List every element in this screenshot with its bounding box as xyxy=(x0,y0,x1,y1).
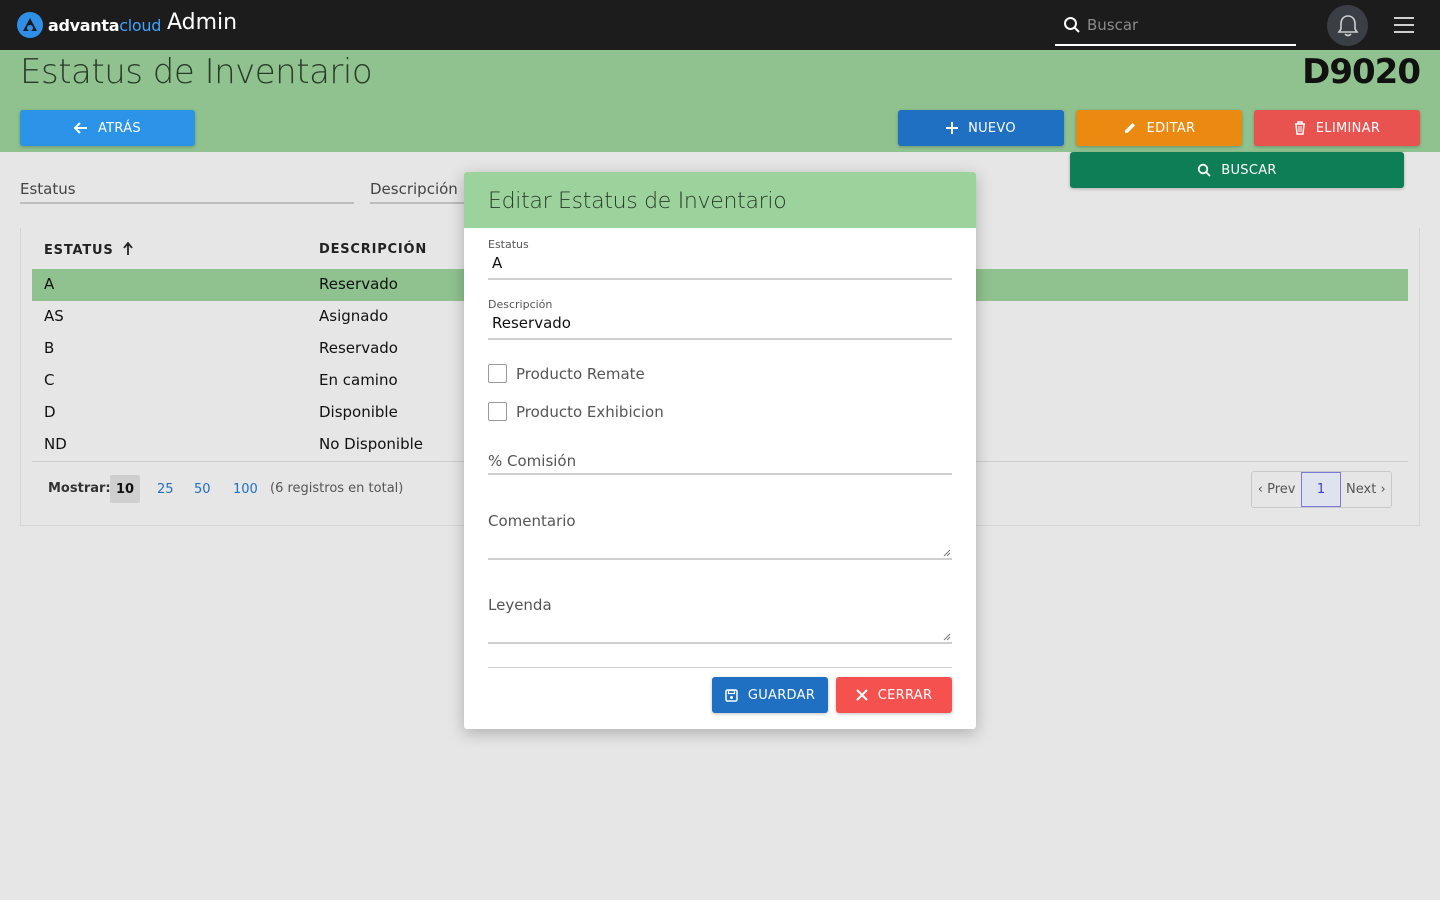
page-title: Estatus de Inventario xyxy=(20,52,373,92)
page-size-100[interactable]: 100 xyxy=(227,475,264,503)
page-size-50[interactable]: 50 xyxy=(188,475,217,503)
sort-ascending-icon xyxy=(123,241,133,255)
checkbox-box[interactable] xyxy=(488,402,507,421)
pagination: ‹ Prev 1 Next › xyxy=(1251,471,1392,508)
search-input[interactable] xyxy=(1087,14,1287,36)
commission-field[interactable]: % Comisión xyxy=(488,452,952,475)
dialog-divider xyxy=(488,667,952,668)
top-navbar: advantacloud Admin xyxy=(0,0,1440,50)
menu-button[interactable] xyxy=(1394,17,1414,33)
page-size-10[interactable]: 10 xyxy=(110,475,141,503)
floppy-disk-icon xyxy=(725,688,738,702)
dialog-header: Editar Estatus de Inventario xyxy=(464,172,976,228)
arrow-left-icon xyxy=(74,122,87,134)
notifications-button[interactable] xyxy=(1327,5,1368,46)
page-code: D9020 xyxy=(1302,52,1421,92)
total-records: (6 registros en total) xyxy=(270,481,404,496)
resize-handle-icon[interactable] xyxy=(943,633,951,641)
resize-handle-icon[interactable] xyxy=(943,549,951,557)
prev-page-button[interactable]: ‹ Prev xyxy=(1252,472,1301,507)
menu-icon xyxy=(1394,17,1414,19)
search-button[interactable]: BUSCAR xyxy=(1070,152,1404,188)
edit-status-dialog: Editar Estatus de Inventario Estatus A D… xyxy=(464,172,976,729)
plus-icon xyxy=(946,122,959,134)
status-filter-field[interactable]: Estatus xyxy=(20,180,354,204)
description-field[interactable]: Descripción Reservado xyxy=(488,298,952,340)
app-title: Admin xyxy=(167,10,238,35)
legend-textarea[interactable]: Leyenda xyxy=(488,596,952,644)
checkbox-producto-exhibicion[interactable]: Producto Exhibicion xyxy=(488,402,664,421)
description-value: Reservado xyxy=(492,314,571,332)
close-icon xyxy=(856,689,868,701)
global-search[interactable] xyxy=(1055,6,1296,46)
page-size-25[interactable]: 25 xyxy=(151,475,180,503)
search-icon xyxy=(1198,163,1211,177)
bell-icon xyxy=(1337,14,1358,36)
delete-button[interactable]: ELIMINAR xyxy=(1254,110,1420,146)
brand-name: advantacloud xyxy=(48,15,162,35)
next-page-button[interactable]: Next › xyxy=(1341,472,1391,507)
new-button[interactable]: NUEVO xyxy=(898,110,1064,146)
save-button[interactable]: GUARDAR xyxy=(712,677,828,713)
pencil-icon xyxy=(1124,123,1135,133)
search-icon xyxy=(1064,17,1080,33)
column-header-description[interactable]: DESCRIPCIÓN xyxy=(319,242,427,257)
page-number-button[interactable]: 1 xyxy=(1301,472,1341,507)
status-value: A xyxy=(492,254,503,272)
page-size-label: Mostrar: xyxy=(48,481,111,496)
trash-icon xyxy=(1294,121,1305,135)
edit-button[interactable]: EDITAR xyxy=(1076,110,1242,146)
status-field[interactable]: Estatus A xyxy=(488,238,952,280)
close-button[interactable]: CERRAR xyxy=(836,677,952,713)
brand-logo[interactable]: advantacloud xyxy=(16,11,161,39)
checkbox-box[interactable] xyxy=(488,364,507,383)
column-header-status[interactable]: ESTATUS xyxy=(44,241,133,258)
checkbox-producto-remate[interactable]: Producto Remate xyxy=(488,364,645,383)
comment-textarea[interactable]: Comentario xyxy=(488,512,952,560)
dialog-title: Editar Estatus de Inventario xyxy=(488,189,787,214)
back-button[interactable]: ATRÁS xyxy=(20,110,195,146)
advanta-logo-icon xyxy=(17,12,43,38)
